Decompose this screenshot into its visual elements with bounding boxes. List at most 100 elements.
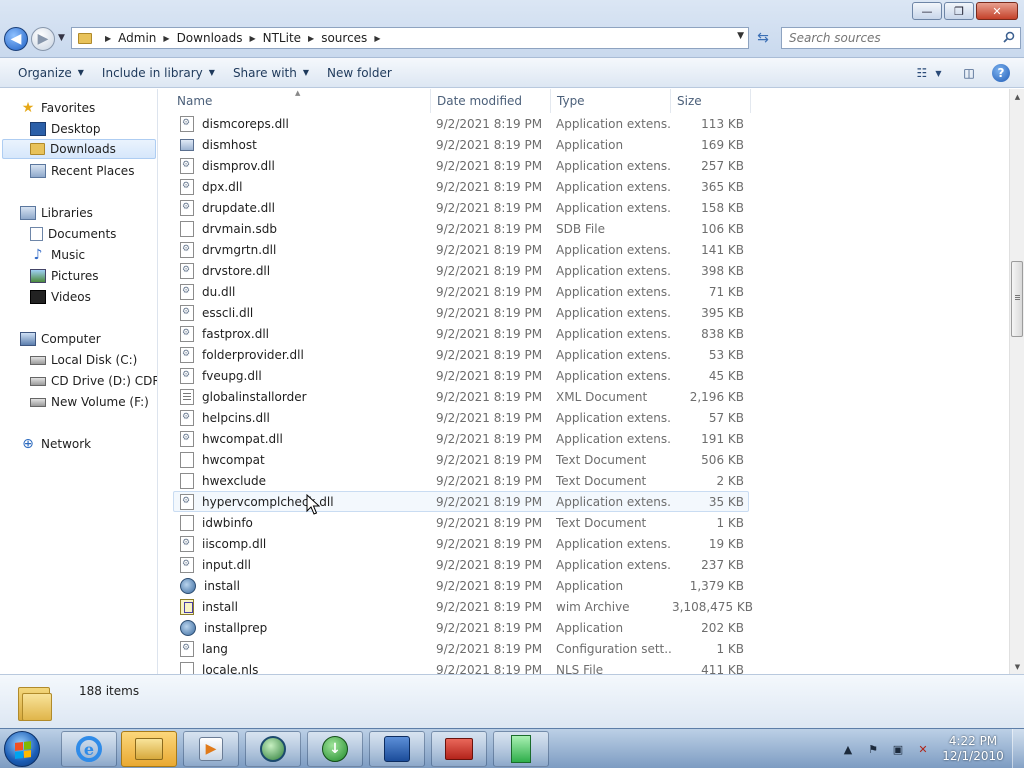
address-history-dropdown[interactable]: ▼: [737, 31, 744, 41]
file-name-cell[interactable]: drvmgrtn.dll: [174, 241, 432, 258]
share-with-button[interactable]: Share with ▼: [233, 66, 309, 80]
file-name-cell[interactable]: input.dll: [174, 556, 432, 573]
chevron-right-icon[interactable]: ▶: [105, 34, 111, 43]
taskbar-toolbox[interactable]: [431, 731, 487, 767]
file-row[interactable]: hwcompat.dll 9/2/2021 8:19 PM Application …: [173, 428, 749, 449]
nav-new-volume[interactable]: New Volume (F:): [30, 392, 149, 412]
file-name-cell[interactable]: helpcins.dll: [174, 409, 432, 426]
file-name-cell[interactable]: install: [174, 577, 432, 594]
search-input[interactable]: [789, 31, 989, 45]
file-name-cell[interactable]: dpx.dll: [174, 178, 432, 195]
include-in-library-button[interactable]: Include in library ▼: [102, 66, 215, 80]
file-name-cell[interactable]: dismcoreps.dll: [174, 115, 432, 132]
organize-button[interactable]: Organize ▼: [18, 66, 84, 80]
file-name-cell[interactable]: drvstore.dll: [174, 262, 432, 279]
scroll-down-button[interactable]: ▼: [1010, 659, 1024, 674]
file-row[interactable]: installprep 9/2/2021 8:19 PM Application 20…: [173, 617, 749, 638]
start-button[interactable]: [4, 731, 40, 767]
file-row[interactable]: folderprovider.dll 9/2/2021 8:19 PM Applic…: [173, 344, 749, 365]
nav-documents[interactable]: Documents: [30, 224, 116, 244]
taskbar-browser[interactable]: [245, 731, 301, 767]
nav-music[interactable]: ♪ Music: [30, 245, 86, 265]
nav-computer[interactable]: Computer: [20, 329, 101, 349]
file-name-cell[interactable]: hwcompat.dll: [174, 430, 432, 447]
file-row[interactable]: drupdate.dll 9/2/2021 8:19 PM Application …: [173, 197, 749, 218]
chevron-right-icon[interactable]: ▶: [163, 34, 169, 43]
file-name-cell[interactable]: globalinstallorder: [174, 388, 432, 405]
network-status-icon[interactable]: ▣: [890, 741, 906, 757]
taskbar-download-manager[interactable]: ↓: [307, 731, 363, 767]
column-header-name[interactable]: Name ▲: [159, 89, 431, 113]
file-row[interactable]: install 9/2/2021 8:19 PM Application 1,379 …: [173, 575, 749, 596]
file-name-cell[interactable]: drupdate.dll: [174, 199, 432, 216]
column-header-type[interactable]: Type: [551, 89, 671, 113]
file-name-cell[interactable]: folderprovider.dll: [174, 346, 432, 363]
file-name-cell[interactable]: locale.nls: [174, 661, 432, 674]
maximize-button[interactable]: ❐: [944, 2, 974, 20]
file-name-cell[interactable]: dismprov.dll: [174, 157, 432, 174]
file-name-cell[interactable]: hwcompat: [174, 451, 432, 468]
taskbar-media-player[interactable]: ▶: [183, 731, 239, 767]
breadcrumb-sources[interactable]: sources: [321, 31, 367, 45]
file-name-cell[interactable]: fveupg.dll: [174, 367, 432, 384]
scrollbar-thumb[interactable]: [1011, 261, 1023, 337]
file-row[interactable]: input.dll 9/2/2021 8:19 PM Application ext…: [173, 554, 749, 575]
file-row[interactable]: idwbinfo 9/2/2021 8:19 PM Text Document 1 K…: [173, 512, 749, 533]
file-name-cell[interactable]: install: [174, 598, 432, 615]
file-name-cell[interactable]: du.dll: [174, 283, 432, 300]
forward-button[interactable]: ▶: [31, 27, 55, 51]
nav-cd-drive[interactable]: CD Drive (D:) CDROM: [30, 371, 157, 391]
minimize-button[interactable]: —: [912, 2, 942, 20]
file-row[interactable]: helpcins.dll 9/2/2021 8:19 PM Application …: [173, 407, 749, 428]
taskbar-windows-explorer[interactable]: [121, 731, 177, 767]
file-row[interactable]: install 9/2/2021 8:19 PM wim Archive 3,108,…: [173, 596, 753, 617]
file-row[interactable]: globalinstallorder 9/2/2021 8:19 PM XML Do…: [173, 386, 749, 407]
nav-libraries[interactable]: Libraries: [20, 203, 93, 223]
taskbar-app-blue[interactable]: [369, 731, 425, 767]
file-name-cell[interactable]: esscli.dll: [174, 304, 432, 321]
file-row[interactable]: locale.nls 9/2/2021 8:19 PM NLS File 411 KB: [173, 659, 749, 674]
recent-pages-dropdown[interactable]: ▼: [58, 33, 65, 43]
file-name-cell[interactable]: idwbinfo: [174, 514, 432, 531]
volume-muted-icon[interactable]: ✕: [915, 741, 931, 757]
preview-pane-button[interactable]: ◫: [958, 63, 980, 83]
file-name-cell[interactable]: installprep: [174, 619, 432, 636]
file-row[interactable]: dismprov.dll 9/2/2021 8:19 PM Application …: [173, 155, 749, 176]
file-row[interactable]: fveupg.dll 9/2/2021 8:19 PM Application ex…: [173, 365, 749, 386]
nav-recent-places[interactable]: Recent Places: [30, 161, 134, 181]
scroll-up-button[interactable]: ▲: [1010, 89, 1024, 104]
search-box[interactable]: [781, 27, 1021, 49]
column-header-size[interactable]: Size: [671, 89, 751, 113]
breadcrumb-downloads[interactable]: Downloads: [177, 31, 243, 45]
file-row[interactable]: fastprox.dll 9/2/2021 8:19 PM Application …: [173, 323, 749, 344]
vertical-scrollbar[interactable]: ▲ ▼: [1009, 89, 1024, 674]
file-row[interactable]: drvmain.sdb 9/2/2021 8:19 PM SDB File 106 K…: [173, 218, 749, 239]
file-name-cell[interactable]: iiscomp.dll: [174, 535, 432, 552]
file-row[interactable]: esscli.dll 9/2/2021 8:19 PM Application ex…: [173, 302, 749, 323]
back-button[interactable]: ◀: [4, 27, 28, 51]
nav-favorites[interactable]: ★ Favorites: [20, 98, 96, 118]
file-row[interactable]: hwcompat 9/2/2021 8:19 PM Text Document 506…: [173, 449, 749, 470]
nav-pictures[interactable]: Pictures: [30, 266, 99, 286]
show-hidden-icons-button[interactable]: ▲: [840, 741, 856, 757]
file-row[interactable]: drvstore.dll 9/2/2021 8:19 PM Application …: [173, 260, 749, 281]
column-header-date[interactable]: Date modified: [431, 89, 551, 113]
show-desktop-button[interactable]: [1012, 729, 1024, 768]
file-row[interactable]: hwexclude 9/2/2021 8:19 PM Text Document 2 …: [173, 470, 749, 491]
file-row[interactable]: iiscomp.dll 9/2/2021 8:19 PM Application e…: [173, 533, 749, 554]
file-row[interactable]: drvmgrtn.dll 9/2/2021 8:19 PM Application …: [173, 239, 749, 260]
taskbar-internet-explorer[interactable]: e: [61, 731, 117, 767]
file-row[interactable]: du.dll 9/2/2021 8:19 PM Application extens…: [173, 281, 749, 302]
close-button[interactable]: ✕: [976, 2, 1018, 20]
file-name-cell[interactable]: fastprox.dll: [174, 325, 432, 342]
clock[interactable]: 4:22 PM 12/1/2010: [940, 734, 1006, 764]
file-row[interactable]: dpx.dll 9/2/2021 8:19 PM Application exten…: [173, 176, 749, 197]
chevron-right-icon[interactable]: ▶: [308, 34, 314, 43]
nav-desktop[interactable]: Desktop: [30, 119, 101, 139]
new-folder-button[interactable]: New folder: [327, 66, 392, 80]
address-bar[interactable]: ▶ Admin ▶ Downloads ▶ NTLite ▶ sources ▶…: [71, 27, 749, 49]
flag-icon[interactable]: ⚑: [865, 741, 881, 757]
chevron-right-icon[interactable]: ▶: [374, 34, 380, 43]
nav-videos[interactable]: Videos: [30, 287, 91, 307]
nav-local-disk[interactable]: Local Disk (C:): [30, 350, 137, 370]
